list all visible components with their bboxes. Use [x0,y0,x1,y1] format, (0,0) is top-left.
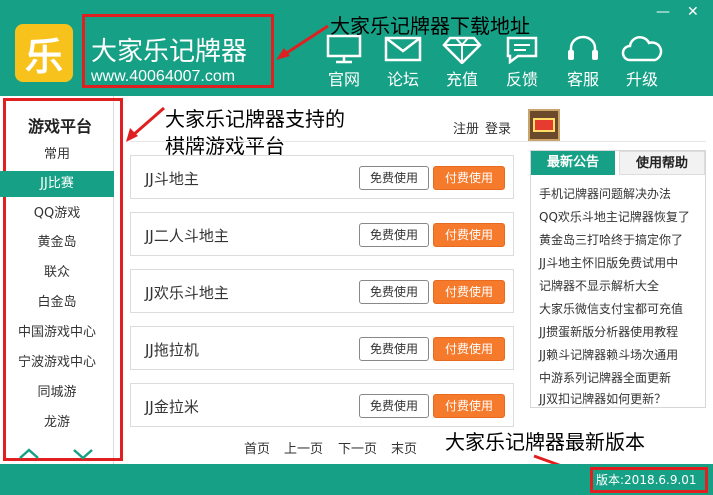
avatar[interactable] [528,109,560,141]
free-use-button[interactable]: 免费使用 [359,166,429,190]
news-item[interactable]: 中游系列记牌器全面更新 [539,369,671,386]
news-item[interactable]: JJ双扣记牌器如何更新？ [539,390,666,407]
news-item[interactable]: 大家乐微信支付宝都可充值 [539,300,683,317]
sidebar-title: 游戏平台 [27,117,92,136]
app-url[interactable]: www.40064007.com [91,68,235,86]
free-use-button[interactable]: 免费使用 [359,394,429,418]
pager-first[interactable]: 首页 [244,438,270,457]
sidebar-item-common[interactable]: 常用 [0,142,114,168]
game-title: JJ二人斗地主 [145,227,229,245]
annotation-download: 大家乐记牌器下载地址 [330,14,530,38]
nav-label: 论坛 [386,70,419,89]
news-panel: 最新公告 使用帮助 手机记牌器问题解决办法 QQ欢乐斗地主记牌器恢复了 黄金岛三… [530,150,706,408]
news-item[interactable]: QQ欢乐斗地主记牌器恢复了 [539,208,690,225]
paid-use-button[interactable]: 付费使用 [433,337,505,361]
sidebar-item-qq[interactable]: QQ游戏 [0,201,114,227]
nav-label: 客服 [566,70,599,89]
nav-feedback-button[interactable]: 反馈 [500,34,544,90]
tab-help[interactable]: 使用帮助 [619,151,705,175]
paid-use-button[interactable]: 付费使用 [433,223,505,247]
slot-machine-icon [533,118,555,132]
paid-use-button[interactable]: 付费使用 [433,394,505,418]
free-use-button[interactable]: 免费使用 [359,280,429,304]
annotation-platforms-line1: 大家乐记牌器支持的 [165,107,345,131]
sidebar-item-longyou[interactable]: 龙游 [0,410,114,436]
news-item[interactable]: 黄金岛三打哈终于搞定你了 [539,231,683,248]
annotation-arrow-icon [276,24,329,60]
annotation-arrow-icon [126,106,165,142]
news-item[interactable]: JJ赖斗记牌器赖斗场次通用 [539,346,678,363]
sidebar-item-jj[interactable]: JJ比赛 [0,171,114,197]
sidebar-item-huangjindao[interactable]: 黄金岛 [0,230,114,256]
pager-next[interactable]: 下一页 [338,438,377,457]
game-row: JJ斗地主 免费使用 付费使用 [130,155,514,199]
nav-label: 充值 [445,70,478,89]
nav-upgrade-button[interactable]: 升级 [620,34,664,90]
app-name: 大家乐记牌器 [91,37,248,67]
game-title: JJ金拉米 [145,398,199,416]
paid-use-button[interactable]: 付费使用 [433,166,505,190]
news-item[interactable]: JJ斗地主怀旧版免费试用中 [539,254,678,271]
app-logo: 乐 [15,24,73,82]
minimize-button[interactable]: — [656,4,670,20]
nav-label: 反馈 [505,70,538,89]
account-links: 注册 登录 [453,118,517,137]
nav-forum-button[interactable]: 论坛 [381,34,425,90]
nav-service-button[interactable]: 客服 [561,34,605,90]
nav-label: 官网 [327,70,360,89]
divider [130,141,706,142]
tab-latest-news[interactable]: 最新公告 [531,151,615,175]
sidebar-item-tongchengyou[interactable]: 同城游 [0,380,114,406]
annotation-latest: 大家乐记牌器最新版本 [445,430,645,454]
free-use-button[interactable]: 免费使用 [359,223,429,247]
version-label: 版本:2018.6.9.01 [590,467,708,493]
free-use-button[interactable]: 免费使用 [359,337,429,361]
cloud-icon [621,36,663,62]
sidebar-item-lianzhong[interactable]: 联众 [0,260,114,286]
game-title: JJ欢乐斗地主 [145,284,229,302]
paid-use-button[interactable]: 付费使用 [433,280,505,304]
game-row: JJ金拉米 免费使用 付费使用 [130,383,514,427]
game-row: JJ欢乐斗地主 免费使用 付费使用 [130,269,514,313]
logo-glyph: 乐 [24,34,63,79]
game-title: JJ斗地主 [145,170,199,188]
nav-recharge-button[interactable]: 充值 [440,34,484,90]
pager-last[interactable]: 末页 [391,438,417,457]
scroll-down-icon[interactable] [72,446,94,460]
game-row: JJ二人斗地主 免费使用 付费使用 [130,212,514,256]
close-button[interactable]: ✕ [687,4,699,20]
sidebar-item-china-game-center[interactable]: 中国游戏中心 [0,320,114,346]
game-title: JJ拖拉机 [145,341,199,359]
sidebar-item-ningbo-game-center[interactable]: 宁波游戏中心 [0,350,114,376]
sidebar-item-baijindao[interactable]: 白金岛 [0,290,114,316]
news-item[interactable]: 手机记牌器问题解决办法 [539,185,671,202]
nav-label: 升级 [625,70,658,89]
login-link[interactable]: 登录 [485,122,511,137]
brand-highlight-box: 大家乐记牌器 www.40064007.com [82,14,274,88]
scroll-up-icon[interactable] [18,446,40,460]
news-item[interactable]: JJ掼蛋新版分析器使用教程 [539,323,678,340]
pager-prev[interactable]: 上一页 [284,438,323,457]
game-row: JJ拖拉机 免费使用 付费使用 [130,326,514,370]
headset-icon [568,35,598,60]
register-link[interactable]: 注册 [453,122,479,137]
app-window: 乐 大家乐记牌器 www.40064007.com — ✕ 官网 论坛 充值 反… [0,0,713,495]
news-item[interactable]: 记牌器不显示解析大全 [539,277,659,294]
